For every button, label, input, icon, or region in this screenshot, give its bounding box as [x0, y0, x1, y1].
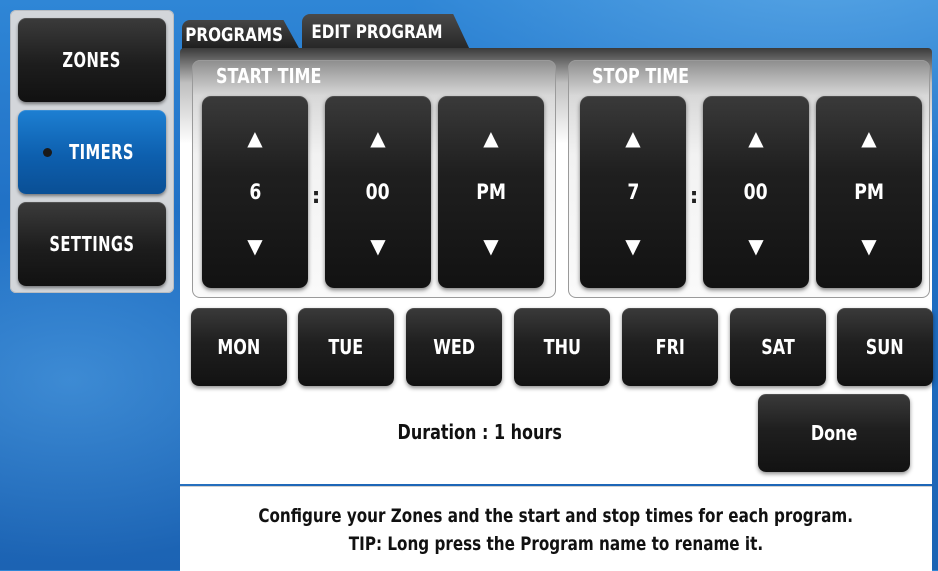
- stop-minute-spinner: ▲ 00 ▼: [703, 96, 809, 288]
- help-panel: Configure your Zones and the start and s…: [180, 486, 932, 571]
- day-button-fri[interactable]: FRI: [622, 308, 718, 386]
- sidebar-item-label: SETTINGS: [49, 232, 135, 256]
- stop-hour-up-arrow-icon[interactable]: ▲: [580, 128, 686, 148]
- start-minute-value: 00: [366, 180, 390, 204]
- edit-program-panel: START TIME ▲ 6 ▼ : ▲ 00 ▼ ▲ PM ▼ STOP TI…: [180, 48, 933, 484]
- start-ampm-down-arrow-icon[interactable]: ▼: [438, 236, 544, 256]
- sidebar: ZONES TIMERS SETTINGS: [10, 10, 174, 293]
- start-minute-up-arrow-icon[interactable]: ▲: [325, 128, 431, 148]
- day-button-mon[interactable]: MON: [191, 308, 287, 386]
- day-button-sun[interactable]: SUN: [837, 308, 933, 386]
- stop-ampm-down-arrow-icon[interactable]: ▼: [816, 236, 922, 256]
- time-separator: :: [311, 184, 321, 209]
- start-hour-value: 6: [249, 180, 261, 204]
- help-text-line-1: Configure your Zones and the start and s…: [258, 505, 854, 527]
- stop-minute-value: 00: [744, 180, 768, 204]
- day-button-tue[interactable]: TUE: [298, 308, 394, 386]
- day-button-wed[interactable]: WED: [406, 308, 502, 386]
- stop-hour-value: 7: [627, 180, 639, 204]
- stop-time-group: STOP TIME ▲ 7 ▼ : ▲ 00 ▼ ▲ PM ▼: [568, 60, 930, 298]
- stop-ampm-value: PM: [854, 180, 884, 204]
- day-button-thu[interactable]: THU: [514, 308, 610, 386]
- stop-ampm-spinner: ▲ PM ▼: [816, 96, 922, 288]
- stop-hour-down-arrow-icon[interactable]: ▼: [580, 236, 686, 256]
- start-time-title: START TIME: [216, 64, 322, 88]
- start-minute-down-arrow-icon[interactable]: ▼: [325, 236, 431, 256]
- start-ampm-spinner: ▲ PM ▼: [438, 96, 544, 288]
- sidebar-item-zones[interactable]: ZONES: [18, 18, 166, 102]
- start-minute-spinner: ▲ 00 ▼: [325, 96, 431, 288]
- stop-minute-down-arrow-icon[interactable]: ▼: [703, 236, 809, 256]
- tab-label: EDIT PROGRAM: [311, 21, 443, 43]
- start-hour-down-arrow-icon[interactable]: ▼: [202, 236, 308, 256]
- time-separator: :: [689, 184, 699, 209]
- start-hour-spinner: ▲ 6 ▼: [202, 96, 308, 288]
- day-button-sat[interactable]: SAT: [730, 308, 826, 386]
- sidebar-item-label: TIMERS: [69, 140, 134, 164]
- start-ampm-value: PM: [476, 180, 506, 204]
- tab-edit-program[interactable]: EDIT PROGRAM: [302, 14, 470, 50]
- sidebar-item-settings[interactable]: SETTINGS: [18, 202, 166, 286]
- sidebar-item-timers[interactable]: TIMERS: [18, 110, 166, 194]
- stop-ampm-up-arrow-icon[interactable]: ▲: [816, 128, 922, 148]
- start-hour-up-arrow-icon[interactable]: ▲: [202, 128, 308, 148]
- tab-label: PROGRAMS: [185, 24, 283, 46]
- stop-minute-up-arrow-icon[interactable]: ▲: [703, 128, 809, 148]
- stop-time-title: STOP TIME: [592, 64, 690, 88]
- start-ampm-up-arrow-icon[interactable]: ▲: [438, 128, 544, 148]
- start-time-group: START TIME ▲ 6 ▼ : ▲ 00 ▼ ▲ PM ▼: [192, 60, 556, 298]
- active-indicator-icon: [43, 147, 52, 157]
- duration-text: Duration : 1 hours: [397, 420, 563, 444]
- sidebar-item-label: ZONES: [62, 48, 122, 72]
- help-text-line-2: TIP: Long press the Program name to rena…: [348, 533, 764, 555]
- done-button[interactable]: Done: [758, 394, 910, 472]
- tab-programs[interactable]: PROGRAMS: [182, 20, 300, 50]
- stop-hour-spinner: ▲ 7 ▼: [580, 96, 686, 288]
